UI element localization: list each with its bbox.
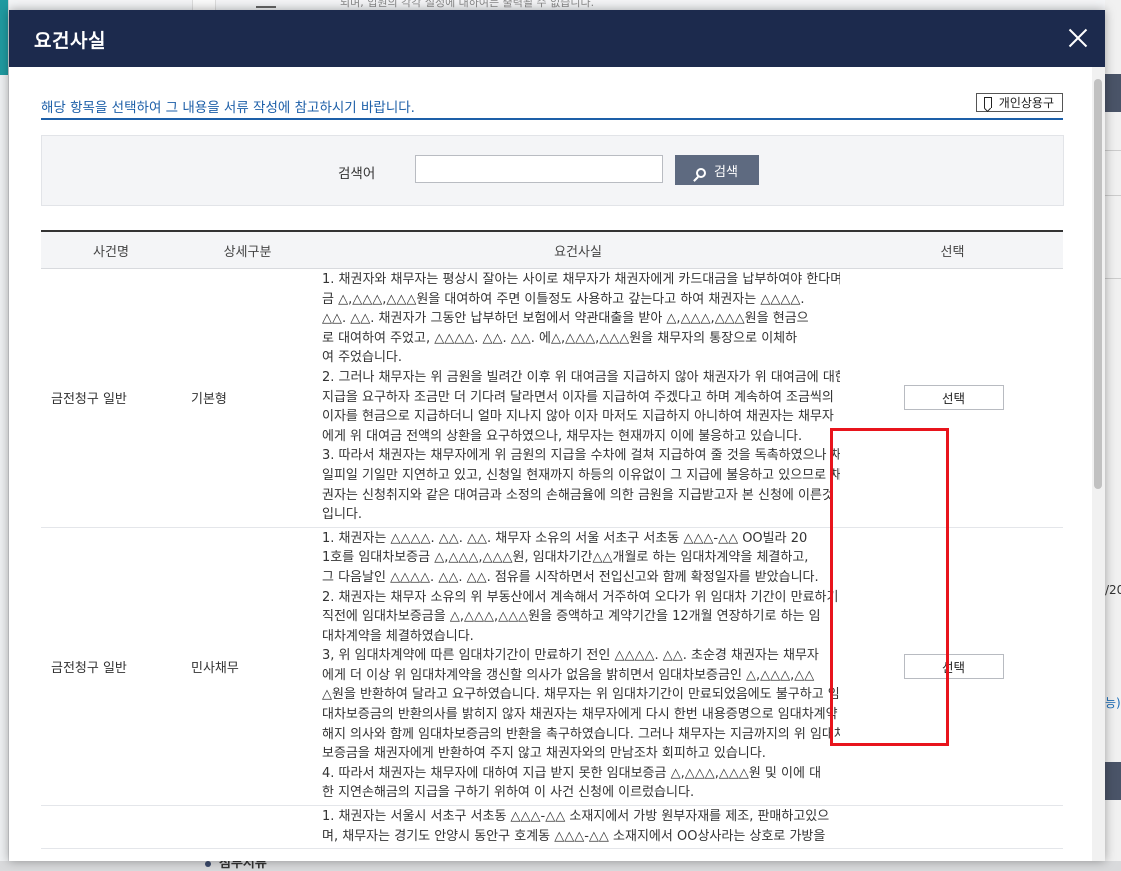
search-icon — [696, 167, 707, 178]
search-panel: 검색어 검색 — [41, 135, 1064, 206]
column-header-fact: 요건사실 — [314, 230, 842, 269]
case-name-cell: 금전청구 일반 — [41, 527, 181, 807]
personal-phrases-button[interactable]: 개인상용구 — [975, 93, 1063, 112]
detail-type-cell: 민사채무 — [181, 527, 314, 807]
modal-header: 요건사실 — [9, 10, 1105, 67]
background-left-bar — [0, 0, 9, 861]
search-input[interactable] — [415, 155, 663, 183]
fact-line: 1호를 임대차보증금 △,△△△,△△△원, 임대차기간△△개월로 하는 임대차… — [322, 550, 809, 566]
fact-line: △원을 반환하여 달라고 요구하였습니다. 채무자는 위 임대차기간이 만료되었… — [322, 687, 840, 703]
background-note: 되며, 입원의 각각 설정에 대하여는 출력될 수 없습니다. — [340, 0, 595, 9]
select-cell: 선택 — [842, 268, 1063, 528]
fact-line: 대차보증금의 반환의사를 밝히지 않자 채권자는 채무자에게 다시 한번 내용증… — [322, 707, 838, 723]
modal-scrollbar[interactable] — [1092, 67, 1105, 861]
background-divider — [1105, 195, 1121, 196]
fact-line: △△. △△. 채권자가 그동안 납부하던 보험에서 약관대출을 받아 △,△△… — [322, 311, 809, 327]
fact-line: 3. 따라서 채권자는 채무자에게 위 금원의 지급을 수차에 걸쳐 지급하여 … — [322, 448, 840, 464]
requirement-facts-modal: 요건사실 해당 항목을 선택하여 그 내용을 서류 작성에 참고하시기 바랍니다… — [9, 10, 1105, 861]
table-row: 1. 채권자는 서울시 서초구 서초동 △△△-△△ 소재지에서 가방 원부자재… — [41, 805, 1063, 850]
fact-line: 권자는 신청취지와 같은 대여금과 소정의 손해금율에 의한 금원을 지급받고자… — [322, 487, 834, 503]
fact-line: 그 다음날인 △△△△. △△. △△. 점유를 시작하면서 전입신고와 함께 … — [322, 569, 819, 585]
background-link-fragment: 능) — [1105, 696, 1121, 710]
close-icon[interactable] — [1065, 25, 1091, 51]
guide-text: 해당 항목을 선택하여 그 내용을 서류 작성에 참고하시기 바랍니다. — [41, 100, 415, 116]
fact-text: 1. 채권자는 서울시 서초구 서초동 △△△-△△ 소재지에서 가방 원부자재… — [322, 807, 840, 846]
fact-line: 며, 채무자는 경기도 안양시 동안구 호계동 △△△-△△ 소재지에서 OO상… — [322, 828, 826, 844]
fact-line: 이자를 현금으로 지급하더니 얼마 지나지 않아 이자 마저도 지급하지 아니하… — [322, 409, 834, 425]
search-button[interactable]: 검색 — [675, 155, 759, 185]
scrollbar-thumb[interactable] — [1094, 79, 1102, 489]
search-label: 검색어 — [338, 166, 376, 182]
column-header-detail: 상세구분 — [181, 230, 314, 269]
fact-cell: 1. 채권자는 △△△△. △△. △△. 채무자 소유의 서울 서초구 서초동… — [314, 527, 842, 807]
column-header-select: 선택 — [842, 230, 1063, 269]
bullet-icon — [205, 860, 211, 867]
fact-line: 입니다. — [322, 507, 363, 523]
background-accent — [0, 0, 8, 75]
fact-line: 금 △,△△△,△△△원을 대여하여 주면 이틀정도 사용하고 갚는다고 하여 … — [322, 291, 805, 307]
fact-cell: 1. 채권자는 서울시 서초구 서초동 △△△-△△ 소재지에서 가방 원부자재… — [314, 805, 842, 850]
table-row: 금전청구 일반 기본형 1. 채권자와 채무자는 평상시 잘아는 사이로 채무자… — [41, 268, 1063, 528]
background-date-fragment: /20 — [1105, 583, 1121, 597]
personal-phrases-label: 개인상용구 — [998, 96, 1054, 110]
detail-type-cell — [181, 805, 314, 850]
case-name-cell: 금전청구 일반 — [41, 268, 181, 528]
fact-text: 1. 채권자와 채무자는 평상시 잘아는 사이로 채무자가 채권자에게 카드대금… — [322, 270, 840, 525]
fact-line: 지급을 요구하자 조금만 더 기다려 달라면서 이자를 지급하여 주겠다고 하며… — [322, 389, 834, 405]
detail-type-cell: 기본형 — [181, 268, 314, 528]
fact-line: 1. 채권자는 서울시 서초구 서초동 △△△-△△ 소재지에서 가방 원부자재… — [322, 809, 830, 825]
fact-line: 2. 채권자는 채무자 소유의 위 부동산에서 계속해서 거주하여 오다가 위 … — [322, 589, 839, 605]
search-button-label: 검색 — [714, 164, 738, 180]
modal-body: 해당 항목을 선택하여 그 내용을 서류 작성에 참고하시기 바랍니다. 개인상… — [9, 67, 1092, 861]
select-cell — [842, 805, 1063, 850]
guide-row: 해당 항목을 선택하여 그 내용을 서류 작성에 참고하시기 바랍니다. 개인상… — [41, 91, 1063, 120]
background-icon — [256, 0, 276, 8]
bookmark-icon — [983, 97, 992, 108]
background-dark-block — [1105, 74, 1121, 112]
background-right-panel: /20 능) — [1105, 0, 1121, 861]
modal-title: 요건사실 — [34, 30, 106, 52]
fact-text: 1. 채권자는 △△△△. △△. △△. 채무자 소유의 서울 서초구 서초동… — [322, 529, 840, 803]
fact-line: 1. 채권자는 △△△△. △△. △△. 채무자 소유의 서울 서초구 서초동… — [322, 530, 808, 546]
select-button[interactable]: 선택 — [903, 653, 1004, 679]
fact-line: 에게 더 이상 위 임대차계약을 갱신할 의사가 없음을 밝히면서 임대차보증금… — [322, 667, 815, 683]
fact-line: 여 주었습니다. — [322, 350, 403, 366]
fact-line: 대차계약을 체결하였습니다. — [322, 628, 474, 644]
fact-line: 일피일 기일만 지연하고 있고, 신청일 현재까지 하등의 이유없이 그 지급에… — [322, 467, 840, 483]
table-row: 금전청구 일반 민사채무 1. 채권자는 △△△△. △△. △△. 채무자 소… — [41, 527, 1063, 807]
fact-line: 4. 따라서 채권자는 채무자에 대하여 지급 받지 못한 임대보증금 △,△△… — [322, 765, 822, 781]
select-button[interactable]: 선택 — [903, 385, 1004, 411]
case-name-cell — [41, 805, 181, 850]
select-cell: 선택 — [842, 527, 1063, 807]
table-header-row: 사건명 상세구분 요건사실 선택 — [41, 230, 1063, 269]
fact-line: 1. 채권자와 채무자는 평상시 잘아는 사이로 채무자가 채권자에게 카드대금… — [322, 272, 840, 287]
fact-line: 한 지연손해금의 지급을 구하기 위하여 이 사건 신청에 이르렀습니다. — [322, 785, 695, 801]
fact-line: 직전에 임대차보증금을 △,△△△,△△△원을 증액하고 계약기간을 12개월 … — [322, 609, 821, 625]
background-dark-block — [1105, 762, 1121, 800]
fact-line: 에게 위 대여금 전액의 상환을 요구하였으나, 채무자는 현재까지 이에 불응… — [322, 428, 803, 444]
requirement-facts-table: 사건명 상세구분 요건사실 선택 금전청구 일반 기본형 1. 채권자와 채무자… — [41, 230, 1063, 850]
fact-line: 2. 그러나 채무자는 위 금원을 빌려간 이후 위 대여금을 지급하지 않아 … — [322, 369, 840, 385]
column-header-case: 사건명 — [41, 230, 181, 269]
background-divider — [1105, 278, 1121, 279]
fact-cell: 1. 채권자와 채무자는 평상시 잘아는 사이로 채무자가 채권자에게 카드대금… — [314, 268, 842, 528]
background-divider — [1105, 150, 1121, 151]
fact-line: 해지 의사와 함께 임대차보증금의 반환을 촉구하였습니다. 그러나 채무자는 … — [322, 726, 840, 742]
fact-line: 로 대여하여 주었고, △△△△. △△. △△. 에△,△△△,△△△원을 채… — [322, 330, 798, 346]
fact-line: 보증금을 채권자에게 반환하여 주지 않고 채권자와의 만남조차 회피하고 있습… — [322, 746, 766, 762]
fact-line: 3, 위 임대차계약에 따른 임대차기간이 만료하기 전인 △△△△. △△. … — [322, 648, 819, 664]
